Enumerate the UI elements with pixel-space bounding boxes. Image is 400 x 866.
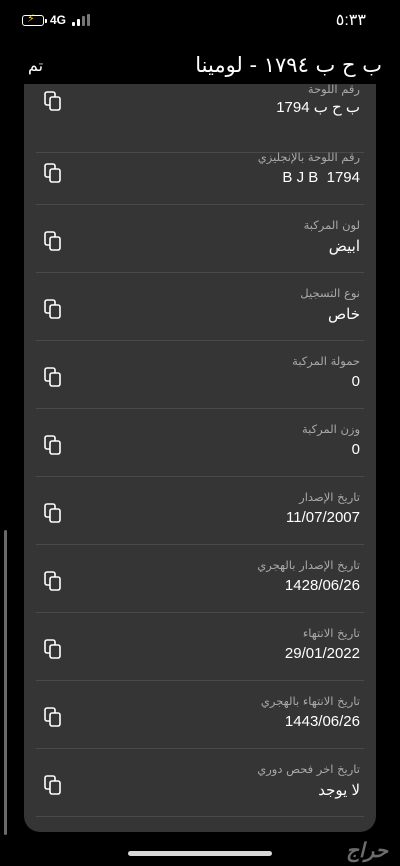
copy-icon[interactable]: [42, 366, 64, 388]
field-value: ب ح ب 1794: [276, 99, 360, 116]
copy-icon[interactable]: [42, 298, 64, 320]
field-row-vehicle-weight: وزن المركبة 0: [36, 408, 364, 477]
network-type: 4G: [50, 13, 67, 27]
field-row-last-inspection: تاريخ اخر فحص دوري لا يوجد: [36, 748, 364, 817]
field-value: لا يوجد: [318, 782, 360, 799]
copy-icon[interactable]: [42, 570, 64, 592]
field-label: تاريخ الانتهاء: [302, 626, 360, 640]
watermark-logo: حراج: [346, 838, 388, 862]
field-value: 1794 B J B: [282, 169, 360, 186]
home-indicator[interactable]: [128, 851, 272, 856]
nav-bar: تم ب ح ب ١٧٩٤ - لومينا: [0, 42, 400, 88]
field-value: خاص: [328, 306, 360, 323]
field-value: 29/01/2022: [284, 645, 360, 662]
status-bar: ⚡ 4G ٥:٣٣: [0, 0, 400, 40]
copy-icon[interactable]: [42, 502, 64, 524]
field-value: 0: [351, 373, 360, 390]
copy-icon[interactable]: [42, 434, 64, 456]
field-row-expiry-date: تاريخ الانتهاء 29/01/2022: [36, 612, 364, 681]
field-value: 0: [351, 441, 360, 458]
field-row-plate-english: رقم اللوحة بالإنجليزي 1794 B J B: [36, 136, 364, 205]
copy-icon[interactable]: [42, 230, 64, 252]
status-left: ⚡ 4G: [22, 12, 91, 27]
copy-icon[interactable]: [42, 706, 64, 728]
battery-charging-icon: ⚡: [22, 12, 47, 26]
field-label: لون المركبة: [303, 218, 360, 232]
field-row-vehicle-color: لون المركبة ابيض: [36, 204, 364, 273]
field-row-vehicle-load: حمولة المركبة 0: [36, 340, 364, 409]
field-label: رقم اللوحة: [307, 84, 360, 96]
details-card: رقم اللوحة ب ح ب 1794 رقم اللوحة بالإنجل…: [24, 84, 376, 832]
copy-icon[interactable]: [42, 638, 64, 660]
copy-icon[interactable]: [42, 90, 64, 112]
field-value: 1443/06/26: [284, 713, 360, 730]
status-time: ٥:٣٣: [335, 12, 366, 29]
field-label: وزن المركبة: [301, 422, 360, 436]
field-value: 1428/06/26: [284, 577, 360, 594]
copy-icon[interactable]: [42, 774, 64, 796]
page-title: ب ح ب ١٧٩٤ - لومينا: [195, 53, 382, 77]
field-row-expiry-date-hijri: تاريخ الانتهاء بالهجري 1443/06/26: [36, 680, 364, 749]
field-row-issue-date-hijri: تاريخ الإصدار بالهجري 1428/06/26: [36, 544, 364, 613]
field-label: تاريخ الإصدار: [299, 490, 360, 504]
field-value: 11/07/2007: [286, 509, 360, 526]
field-label: نوع التسجيل: [300, 286, 360, 300]
field-label: تاريخ الانتهاء بالهجري: [260, 694, 360, 708]
field-label: تاريخ اخر فحص دوري: [257, 762, 360, 776]
copy-icon[interactable]: [42, 162, 64, 184]
field-label: رقم اللوحة بالإنجليزي: [257, 150, 360, 164]
field-row-issue-date: تاريخ الإصدار 11/07/2007: [36, 476, 364, 545]
field-label: تاريخ الإصدار بالهجري: [257, 558, 360, 572]
field-value: ابيض: [328, 238, 360, 255]
signal-icon: [72, 14, 91, 26]
field-row-registration-type: نوع التسجيل خاص: [36, 272, 364, 341]
done-button[interactable]: تم: [28, 56, 43, 75]
field-label: حمولة المركبة: [292, 354, 360, 368]
scroll-indicator[interactable]: [4, 530, 7, 835]
